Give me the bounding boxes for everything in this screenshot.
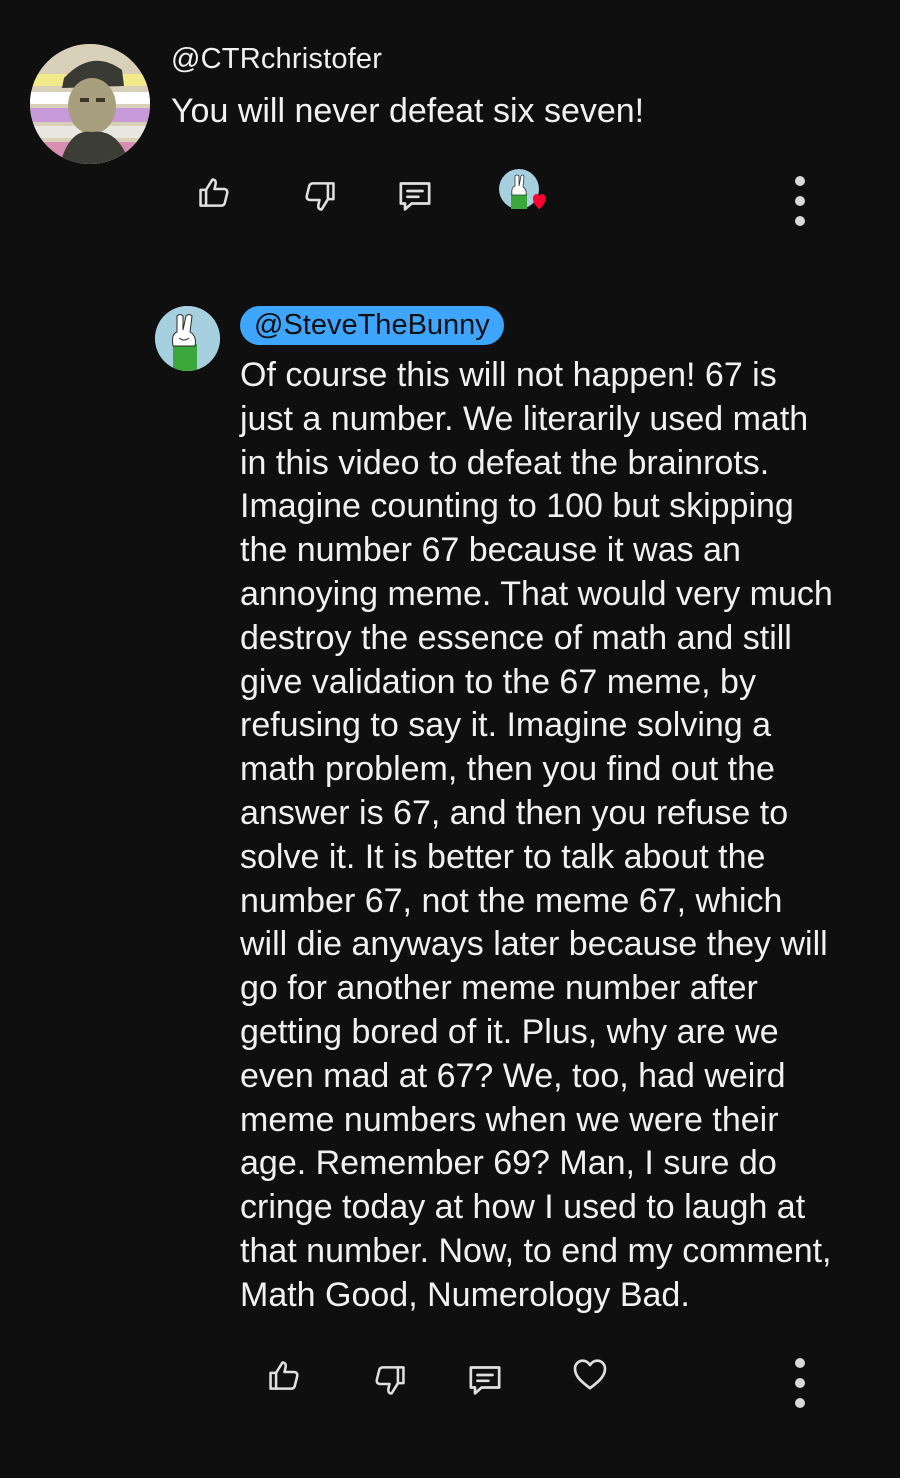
reply-action-bar bbox=[0, 1350, 900, 1410]
reply-text-line: destroy the essence of math and still bbox=[240, 618, 792, 657]
creator-heart-icon bbox=[499, 169, 546, 211]
reply-text-line: Imagine counting to 100 but skipping bbox=[240, 487, 794, 526]
thumb-up-icon bbox=[269, 1361, 299, 1390]
more-vert-icon bbox=[795, 1358, 805, 1368]
reply-text-line: go for another meme number after bbox=[240, 969, 758, 1008]
thumb-up-icon bbox=[199, 178, 229, 207]
reply-author-chip[interactable]: @SteveTheBunny bbox=[240, 306, 504, 345]
reply-text-line: just a number. We literarily used math bbox=[240, 399, 809, 438]
reply-text-line: in this video to defeat the brainrots. bbox=[240, 443, 770, 482]
reply-text: Of course this will not happen! 67 is ju… bbox=[240, 354, 860, 1318]
heart-outline-icon bbox=[573, 1359, 607, 1390]
reply-text-line: math problem, then you find out the bbox=[240, 750, 775, 789]
comment-action-bar bbox=[0, 166, 900, 226]
reply-avatar[interactable] bbox=[155, 306, 220, 371]
more-options-button[interactable] bbox=[785, 176, 815, 226]
dislike-button[interactable] bbox=[298, 174, 342, 218]
reply-button[interactable] bbox=[393, 174, 437, 218]
avatar-image bbox=[30, 44, 150, 164]
reply-text-line: give validation to the 67 meme, by bbox=[240, 662, 756, 701]
comment-author[interactable]: @CTRchristofer bbox=[171, 43, 382, 76]
reply-text-line: number 67, not the meme 67, which bbox=[240, 881, 783, 920]
reply-text-line: Of course this will not happen! 67 is bbox=[240, 356, 777, 394]
reply-text-line: will die anyways later because they will bbox=[240, 925, 828, 964]
comment-icon bbox=[399, 182, 431, 211]
reply-text-line: refusing to say it. Imagine solving a bbox=[240, 706, 772, 745]
reply-text-line: that number. Now, to end my comment, bbox=[240, 1231, 832, 1270]
bunny-avatar-image bbox=[155, 306, 220, 371]
like-button[interactable] bbox=[192, 171, 236, 215]
reply-text-line: getting bored of it. Plus, why are we bbox=[240, 1012, 779, 1051]
reply-dislike-button[interactable] bbox=[368, 1358, 412, 1402]
reply-text-line: Math Good, Numerology Bad. bbox=[240, 1275, 690, 1314]
reply-text-line: meme numbers when we were their bbox=[240, 1100, 779, 1139]
thumb-down-icon bbox=[375, 1366, 405, 1395]
comment-text: You will never defeat six seven! bbox=[171, 92, 645, 130]
more-vert-icon bbox=[795, 176, 805, 186]
thumb-down-icon bbox=[305, 182, 335, 211]
avatar[interactable] bbox=[30, 44, 150, 164]
reply-text-line: annoying meme. That would very much bbox=[240, 574, 833, 613]
reply-text-line: cringe today at how I used to laugh at bbox=[240, 1188, 806, 1227]
reply-heart-button[interactable] bbox=[568, 1352, 612, 1396]
reply-text-line: even mad at 67? We, too, had weird bbox=[240, 1056, 786, 1095]
reply-reply-button[interactable] bbox=[463, 1358, 507, 1402]
reply-text-line: solve it. It is better to talk about the bbox=[240, 837, 766, 876]
reply-text-line: answer is 67, and then you refuse to bbox=[240, 793, 789, 832]
reply-more-options-button[interactable] bbox=[785, 1358, 815, 1408]
comment-icon bbox=[469, 1366, 501, 1395]
creator-heart-badge bbox=[498, 168, 552, 222]
reply-like-button[interactable] bbox=[262, 1354, 306, 1398]
reply-text-line: the number 67 because it was an bbox=[240, 531, 741, 570]
reply-text-line: age. Remember 69? Man, I sure do bbox=[240, 1144, 777, 1183]
